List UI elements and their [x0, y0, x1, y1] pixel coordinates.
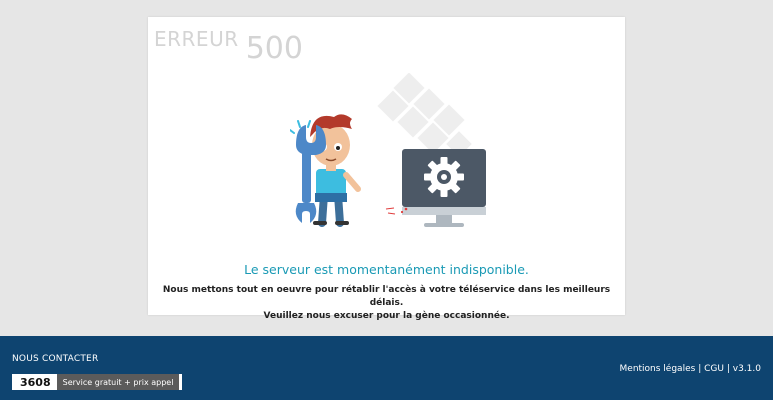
maintenance-illustration	[290, 73, 486, 227]
error-code: 500	[245, 31, 303, 66]
error-card: ERREUR 500 Le serveur est momentanément …	[148, 17, 625, 321]
phone-badge[interactable]: 3608 Service gratuit + prix appel	[12, 374, 183, 390]
footer-links: Mentions légales | CGU | v3.1.0	[620, 364, 761, 374]
footer-separator: |	[698, 364, 702, 374]
error-word: ERREUR	[154, 27, 239, 51]
contact-label: NOUS CONTACTER	[12, 354, 99, 364]
phone-service-info: Service gratuit + prix appel	[56, 374, 183, 390]
background-diamonds-icon	[377, 73, 472, 157]
footer-separator: |	[726, 364, 730, 374]
monitor-gear-icon	[385, 149, 486, 227]
error-message-line: Veuillez nous excuser pour la gène occas…	[263, 311, 510, 321]
version-label: v3.1.0	[732, 364, 761, 374]
legal-notice-link[interactable]: Mentions légales	[620, 364, 696, 374]
site-footer: NOUS CONTACTER 3608 Service gratuit + pr…	[0, 336, 773, 400]
terms-link[interactable]: CGU	[704, 364, 724, 374]
error-message-line: Nous mettons tout en oeuvre pour rétabli…	[162, 285, 611, 308]
error-title: ERREUR 500	[154, 27, 303, 66]
phone-number: 3608	[12, 374, 57, 390]
error-headline: Le serveur est momentanément indisponibl…	[244, 262, 529, 277]
error-message: Nous mettons tout en oeuvre pour rétabli…	[148, 284, 625, 323]
